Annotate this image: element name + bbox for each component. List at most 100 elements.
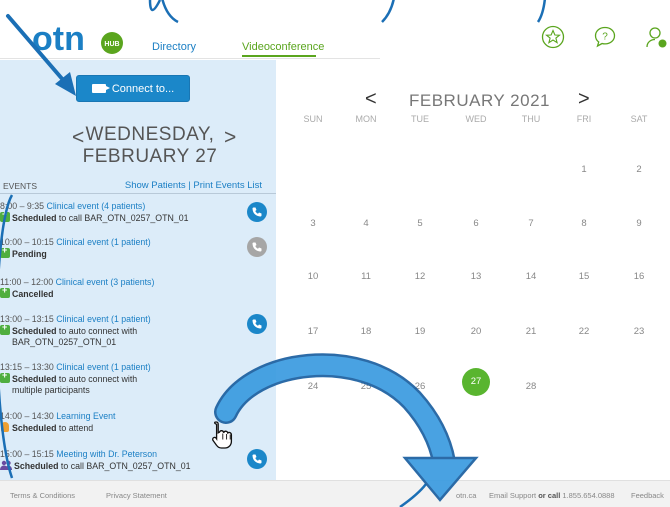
calendar-day[interactable]: 2 [619,164,659,175]
next-day-button[interactable]: > [224,126,236,150]
calendar-day[interactable]: 16 [619,271,659,282]
calendar-day[interactable]: 19 [400,326,440,337]
calendar-day[interactable]: 10 [293,271,333,282]
day-of-week-mon: MON [355,114,377,124]
event-name[interactable]: Meeting with Dr. Peterson [56,449,157,459]
calendar-day[interactable]: 18 [346,326,386,337]
selected-day[interactable]: 27 [462,368,490,396]
help-bubble-icon[interactable]: ? [593,25,617,49]
event-status: Scheduled [12,374,57,384]
nav-videoconference[interactable]: Videoconference [242,41,324,53]
clinical-event-icon [0,322,10,335]
meeting-icon [0,460,12,470]
event-time: 14:00 – 14:30 [0,411,54,421]
event-name[interactable]: Learning Event [56,411,115,421]
calendar-day[interactable]: 13 [456,271,496,282]
event-name[interactable]: Clinical event (1 patient) [56,237,150,247]
calendar-day[interactable]: 12 [400,271,440,282]
event-time: 13:15 – 13:30 [0,362,54,372]
site-link[interactable]: otn.ca [456,491,476,500]
event-time: 15:00 – 15:15 [0,449,54,459]
svg-text:?: ? [602,32,608,43]
prev-month-button[interactable]: < [365,88,377,111]
footer: Terms & Conditions Privacy Statement otn… [0,480,670,507]
calendar-day[interactable]: 14 [511,271,551,282]
calendar-day[interactable]: 9 [619,218,659,229]
connect-to-label: Connect to... [111,82,175,95]
event-status: Scheduled [12,213,57,223]
event-time: 11:00 – 12:00 [0,277,54,287]
learning-event-icon [1,422,9,432]
event-name[interactable]: Clinical event (3 patients) [56,277,155,287]
calendar-day[interactable]: 6 [456,218,496,229]
events-links[interactable]: Show Patients | Print Events List [125,180,262,191]
event-item[interactable]: 8:00 – 9:35 Clinical event (4 patients) … [0,201,189,224]
clinical-event-icon [0,285,10,298]
event-item[interactable]: 10:00 – 10:15 Clinical event (1 patient)… [0,237,151,260]
selected-date-title: WEDNESDAY, FEBRUARY 27 [80,124,220,168]
calendar-day[interactable]: 3 [293,218,333,229]
event-status: Pending [12,249,47,259]
logo-text: otn [32,20,85,58]
phone-icon[interactable] [247,314,267,334]
calendar-day[interactable]: 22 [564,326,604,337]
phone-icon[interactable] [247,202,267,222]
event-time: 13:00 – 13:15 [0,314,54,324]
event-name[interactable]: Clinical event (4 patients) [46,201,145,211]
clinical-event-icon [0,245,10,258]
calendar-day[interactable]: 28 [511,381,551,392]
event-status: Scheduled [14,461,59,471]
event-item[interactable]: 15:00 – 15:15 Meeting with Dr. Peterson … [0,449,191,472]
app-header: otn HUB Directory Videoconference ? [0,0,670,60]
event-status-detail: to call BAR_OTN_0257_OTN_01 [56,213,189,223]
logo-badge: HUB [104,41,119,48]
event-status: Cancelled [12,289,54,299]
terms-link[interactable]: Terms & Conditions [10,491,75,500]
calendar-day[interactable]: 21 [511,326,551,337]
event-item[interactable]: 14:00 – 14:30 Learning Event Scheduled t… [0,411,115,434]
calendar-day[interactable]: 25 [346,381,386,392]
connect-to-button[interactable]: Connect to... [76,75,190,102]
phone-icon[interactable] [247,449,267,469]
day-of-week-tue: TUE [411,114,429,124]
date-monthday: FEBRUARY 27 [82,146,218,167]
calendar-day[interactable]: 17 [293,326,333,337]
camera-icon [91,84,110,93]
calendar-day[interactable]: 5 [400,218,440,229]
day-of-week-wed: WED [465,114,487,124]
user-settings-icon[interactable] [644,25,668,49]
calendar-day[interactable]: 24 [293,381,333,392]
active-nav-underline [242,55,316,57]
day-of-week-sat: SAT [630,114,648,124]
privacy-link[interactable]: Privacy Statement [106,491,167,500]
calendar-day[interactable]: 11 [346,271,386,282]
support-text: Email Support or call 1.855.654.0888 [489,491,615,500]
support-phone: 1.855.654.0888 [560,491,615,500]
event-name[interactable]: Clinical event (1 patient) [56,362,150,372]
star-icon[interactable] [541,25,565,49]
nav-directory[interactable]: Directory [152,41,196,53]
calendar-day[interactable]: 15 [564,271,604,282]
event-status-detail: to attend [56,423,94,433]
calendar-day[interactable]: 1 [564,164,604,175]
calendar-day[interactable]: 23 [619,326,659,337]
event-item[interactable]: 13:00 – 13:15 Clinical event (1 patient)… [0,314,151,348]
event-status-detail: to auto connect with [56,374,138,384]
event-name[interactable]: Clinical event (1 patient) [56,314,150,324]
calendar-day[interactable]: 20 [456,326,496,337]
calendar-day[interactable]: 4 [346,218,386,229]
calendar-day[interactable]: 26 [400,381,440,392]
event-participant: BAR_OTN_0257_OTN_01 [12,337,117,347]
otn-logo[interactable]: otn HUB [32,20,128,58]
calendar-day[interactable]: 8 [564,218,604,229]
event-item[interactable]: 11:00 – 12:00 Clinical event (3 patients… [0,277,154,300]
next-month-button[interactable]: > [578,88,590,111]
calendar-month-title: FEBRUARY 2021 [409,91,550,110]
feedback-link[interactable]: Feedback [631,491,664,500]
event-item[interactable]: 13:15 – 13:30 Clinical event (1 patient)… [0,362,151,396]
support-email-link[interactable]: Email Support [489,491,538,500]
event-status-detail: to auto connect with [56,326,138,336]
calendar-day[interactable]: 7 [511,218,551,229]
event-status: Scheduled [12,423,57,433]
clinical-event-icon [0,209,10,222]
